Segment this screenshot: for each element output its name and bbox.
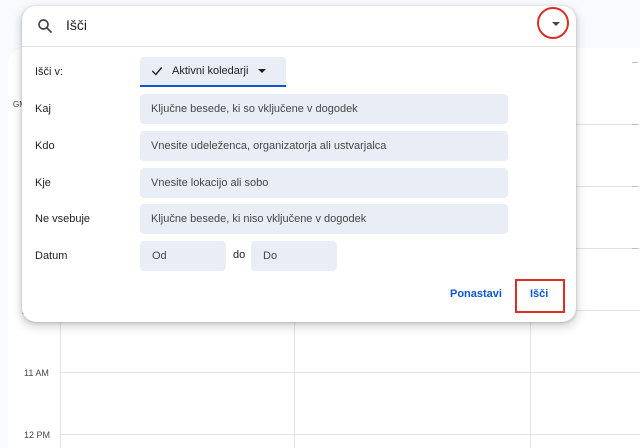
- what-label: Kaj: [35, 103, 51, 115]
- date-to-input[interactable]: Do: [251, 241, 337, 271]
- date-label: Datum: [35, 250, 68, 262]
- check-icon: [151, 67, 163, 76]
- search-icon: [38, 19, 52, 33]
- grid-edge-mark: [632, 124, 638, 125]
- grid-edge-mark: [632, 248, 638, 249]
- search-in-label: Išči v:: [35, 66, 64, 78]
- time-label-12pm: 12 PM: [24, 430, 51, 440]
- exclude-input[interactable]: Ključne besede, ki niso vključene v dogo…: [140, 204, 508, 234]
- time-label-11am: 11 AM: [24, 368, 49, 378]
- search-query-input[interactable]: Išči: [66, 17, 87, 33]
- date-to-label: do: [233, 249, 246, 261]
- what-input[interactable]: Ključne besede, ki so vključene v dogode…: [140, 94, 508, 124]
- grid-row-line: [60, 434, 640, 435]
- where-input[interactable]: Vnesite lokacijo ali sobo: [140, 168, 508, 198]
- who-label: Kdo: [35, 140, 55, 152]
- date-from-input[interactable]: Od: [140, 241, 226, 271]
- highlight-circle: [537, 7, 569, 39]
- grid-row-line: [60, 372, 640, 373]
- exclude-label: Ne vsebuje: [35, 213, 91, 225]
- where-label: Kje: [35, 177, 51, 189]
- header-divider: [22, 46, 576, 47]
- calendars-select-value: Aktivni koledarji: [172, 65, 249, 77]
- advanced-search-panel: Išči Išči v: Aktivni koledarji Kaj Ključ…: [22, 6, 576, 322]
- triangle-down-icon: [258, 69, 267, 73]
- who-input[interactable]: Vnesite udeleženca, organizatorja ali us…: [140, 131, 508, 161]
- calendars-select[interactable]: Aktivni koledarji: [140, 57, 286, 87]
- reset-button[interactable]: Ponastavi: [450, 288, 502, 300]
- grid-edge-mark: [632, 62, 638, 63]
- highlight-rectangle: [515, 279, 565, 313]
- grid-edge-mark: [632, 186, 638, 187]
